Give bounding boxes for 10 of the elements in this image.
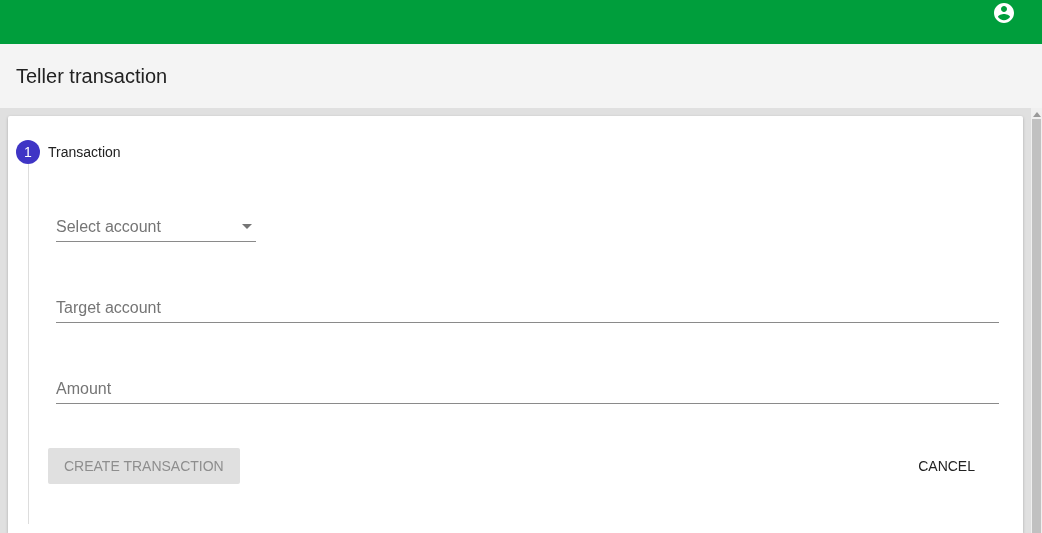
cancel-button[interactable]: CANCEL — [902, 448, 991, 484]
dropdown-arrow-icon[interactable] — [242, 224, 252, 229]
page-title: Teller transaction — [16, 64, 168, 88]
scrollbar[interactable] — [1031, 108, 1042, 533]
input-field[interactable]: Target account — [56, 298, 999, 317]
step-label[interactable]: Transaction — [48, 144, 121, 160]
account-select[interactable]: Select account — [56, 217, 235, 236]
account-icon[interactable] — [992, 1, 1016, 25]
input-field[interactable]: Amount — [56, 379, 999, 398]
step-number[interactable]: 1 — [16, 140, 40, 164]
